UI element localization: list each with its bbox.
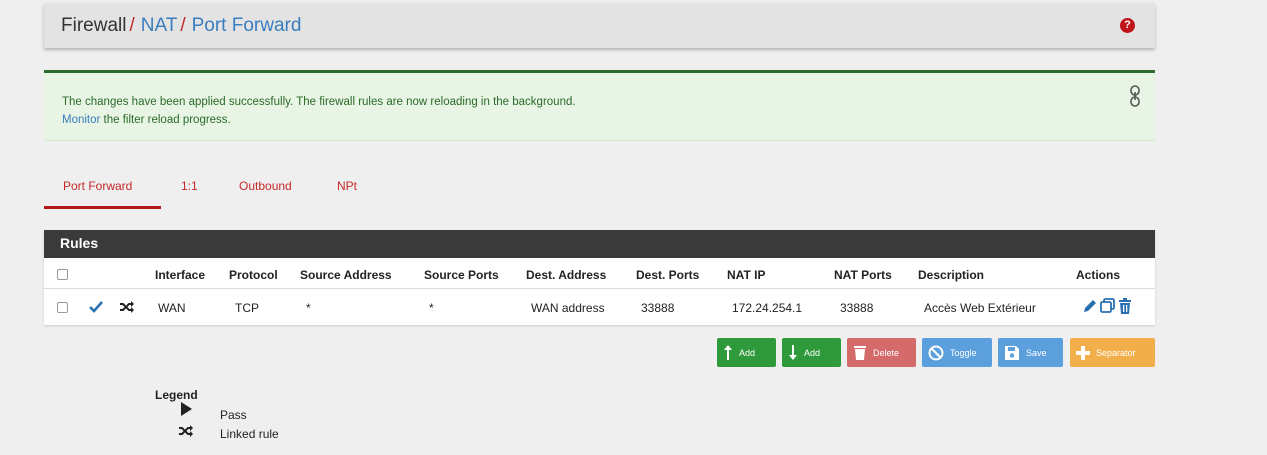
header-description[interactable]: Description [918,268,984,282]
cell-description: Accès Web Extérieur [924,301,1036,315]
save-button[interactable]: Save [998,338,1063,367]
toggle-label: Toggle [950,347,977,358]
cell-dest-ports: 33888 [641,301,675,315]
panel-title: Rules [44,230,1155,258]
tab-npt[interactable]: NPt [337,179,357,193]
monitor-link[interactable]: Monitor [62,114,100,126]
select-all-checkbox[interactable] [57,269,68,280]
breadcrumb: Firewall / NAT / Port Forward [61,15,301,37]
separator-label: Separator [1096,347,1136,358]
check-icon[interactable] [89,301,103,313]
close-icon[interactable] [1130,85,1140,107]
page-header: Firewall / NAT / Port Forward ? [44,3,1155,48]
legend-linked-label: Linked rule [220,427,279,441]
plus-icon [1076,345,1090,360]
add-top-label: Add [739,347,756,358]
header-dest-address[interactable]: Dest. Address [526,268,606,282]
row-checkbox[interactable] [57,302,68,313]
ban-icon [928,345,944,360]
add-top-icon [724,345,732,360]
header-nat-ip[interactable]: NAT IP [727,268,765,282]
add-bottom-label: Add [804,347,821,358]
rules-panel: Rules Interface Protocol Source Address … [44,230,1155,325]
success-alert: The changes have been applied successful… [44,70,1155,141]
header-divider [44,288,1155,289]
trash-icon [854,346,866,360]
play-icon [181,402,192,416]
tab-one-to-one[interactable]: 1:1 [181,179,198,193]
pencil-icon[interactable] [1082,298,1098,314]
header-interface[interactable]: Interface [155,268,205,282]
delete-label: Delete [873,347,900,358]
breadcrumb-separator: / [129,15,135,36]
legend-title: Legend [155,388,198,402]
cell-source-ports: * [429,301,434,315]
cell-nat-ip: 172.24.254.1 [732,301,803,315]
cell-interface: WAN [158,301,186,315]
tab-outbound[interactable]: Outbound [239,179,292,193]
help-icon[interactable]: ? [1120,18,1135,33]
active-tab-indicator [44,206,161,209]
header-source-ports[interactable]: Source Ports [424,268,499,282]
delete-button[interactable]: Delete [847,338,916,367]
save-icon [1005,345,1019,360]
breadcrumb-nat[interactable]: NAT [141,15,178,36]
header-dest-ports[interactable]: Dest. Ports [636,268,699,282]
cell-nat-ports: 33888 [840,301,874,315]
cell-dest-address: WAN address [531,301,605,315]
copy-icon[interactable] [1100,298,1116,314]
cell-protocol: TCP [235,301,259,315]
alert-message: The changes have been applied successful… [62,96,576,108]
toggle-button[interactable]: Toggle [922,338,992,367]
header-actions: Actions [1076,268,1121,282]
add-top-button[interactable]: Add [717,338,776,367]
header-source-address[interactable]: Source Address [300,268,392,282]
header-protocol[interactable]: Protocol [229,268,278,282]
separator-button[interactable]: Separator [1070,338,1155,367]
add-bottom-button[interactable]: Add [782,338,841,367]
random-icon [179,425,193,437]
breadcrumb-port-forward[interactable]: Port Forward [192,15,302,36]
header-nat-ports[interactable]: NAT Ports [834,268,892,282]
random-icon [120,301,134,313]
alert-monitor-line: Monitor the filter reload progress. [62,114,231,126]
save-label: Save [1026,347,1047,358]
monitor-suffix: the filter reload progress. [100,114,231,126]
legend-pass-label: Pass [220,408,247,422]
add-bottom-icon [789,345,797,360]
tab-port-forward[interactable]: Port Forward [63,179,132,193]
trash-icon[interactable] [1118,298,1132,314]
cell-source-address: * [306,301,311,315]
breadcrumb-separator: / [180,15,186,36]
breadcrumb-firewall: Firewall [61,15,127,36]
